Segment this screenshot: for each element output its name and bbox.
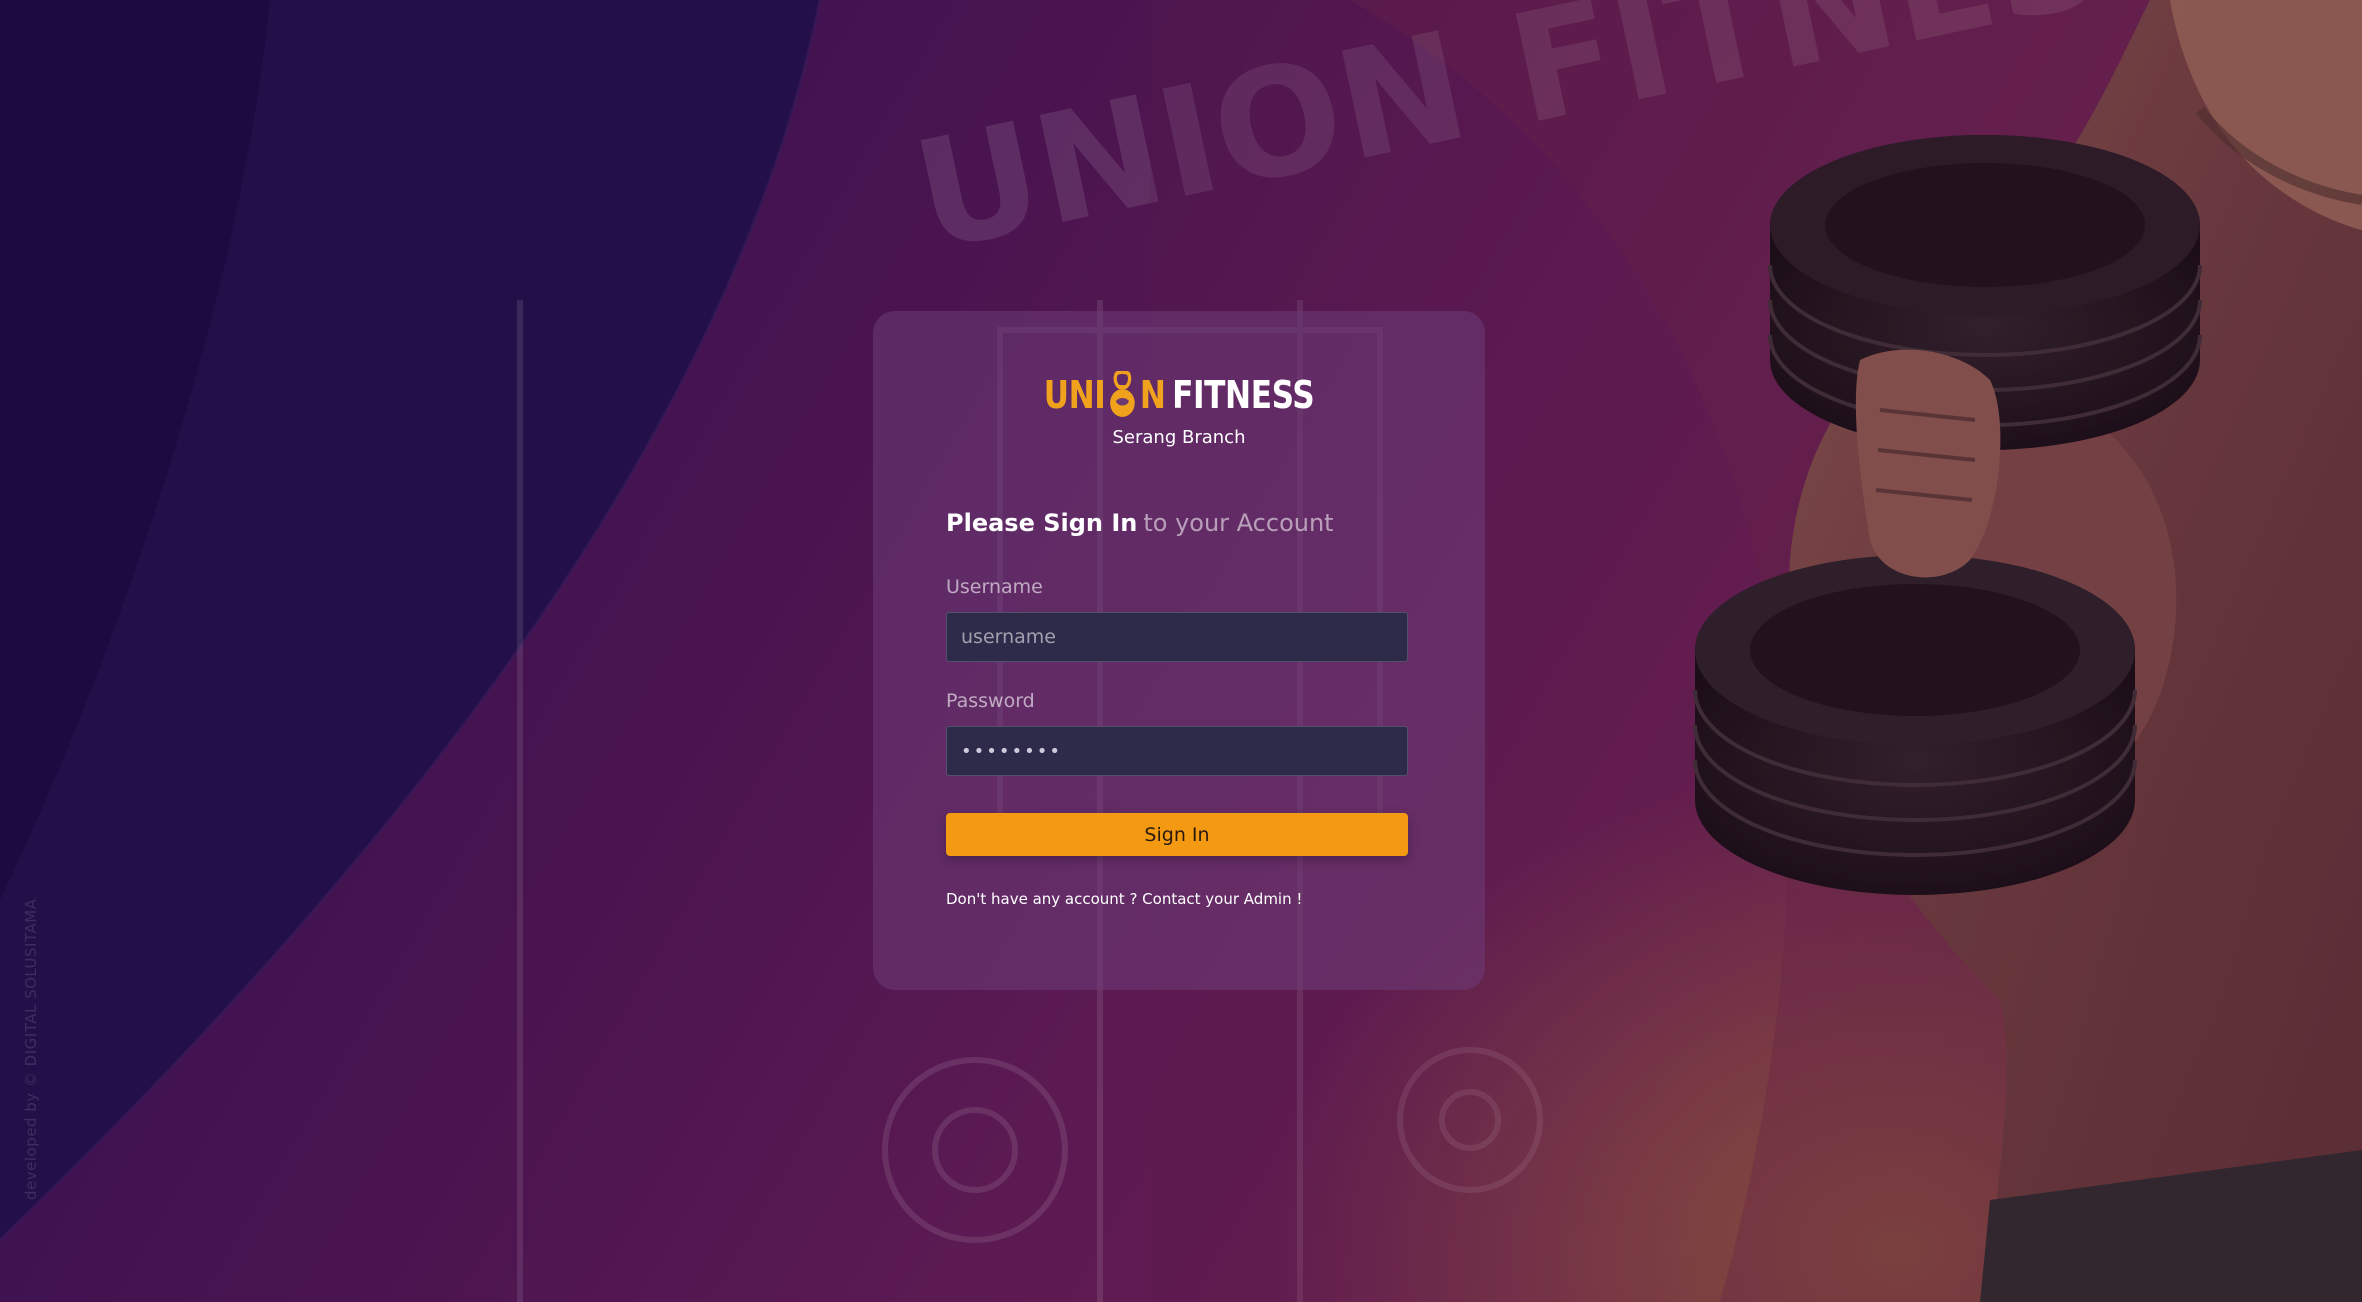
password-label: Password — [946, 690, 1035, 712]
password-input[interactable] — [946, 726, 1408, 776]
kettlebell-icon — [1110, 371, 1136, 417]
logo-text-uni: UNI — [1043, 373, 1106, 417]
username-input[interactable] — [946, 612, 1408, 662]
login-page: UNION FITNESS developed by © DIGITAL SOL… — [0, 0, 2362, 1302]
logo-text-fitness: FITNESS — [1172, 373, 1315, 417]
heading-soft: to your Account — [1143, 509, 1334, 537]
sign-in-button[interactable]: Sign In — [946, 813, 1408, 856]
logo-text-n: N — [1139, 373, 1166, 417]
union-fitness-logo: UNI N FITNESS — [1044, 371, 1315, 419]
contact-admin-note: Don't have any account ? Contact your Ad… — [946, 890, 1303, 908]
branch-name: Serang Branch — [1112, 427, 1246, 448]
brand-block: UNI N FITNESS Serang Branch — [873, 371, 1485, 448]
sign-in-heading: Please Sign In to your Account — [946, 509, 1334, 537]
login-card: UNI N FITNESS Serang Branch Please Sign … — [873, 311, 1485, 990]
developer-credit: developed by © DIGITAL SOLUSITAMA — [22, 898, 40, 1200]
username-label: Username — [946, 576, 1043, 598]
heading-strong: Please Sign In — [946, 509, 1138, 537]
